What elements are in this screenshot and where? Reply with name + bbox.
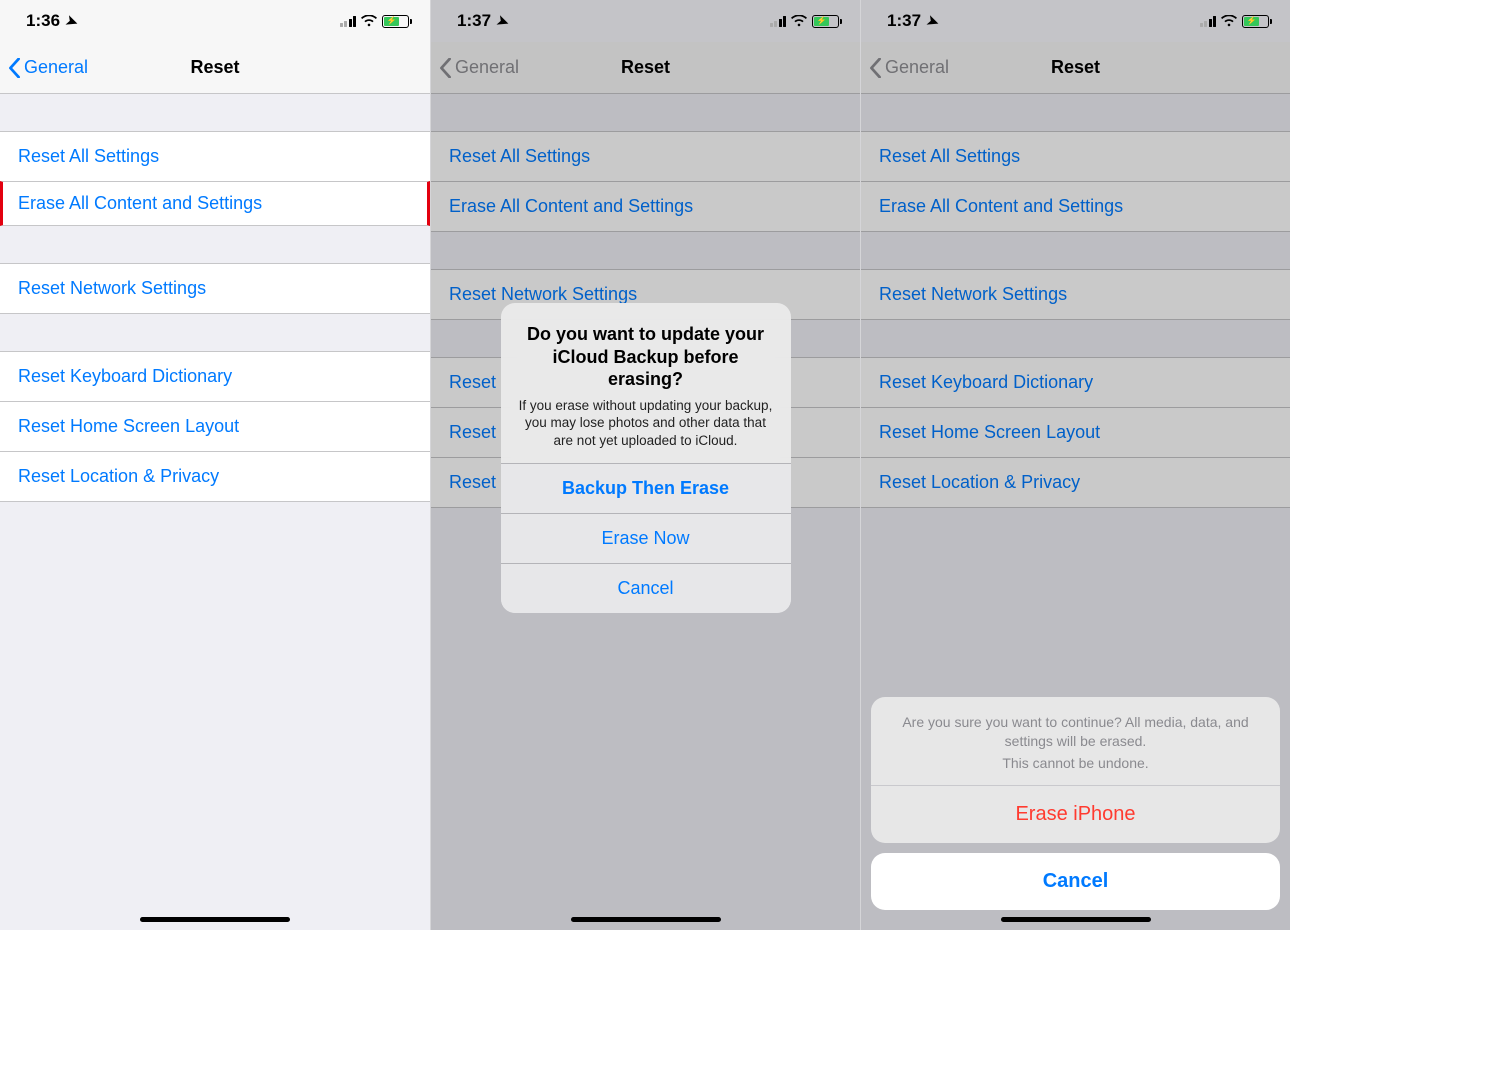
row-erase-all-content: Erase All Content and Settings <box>861 181 1290 232</box>
status-bar: 1:37 ➤ ⚡ <box>861 0 1290 42</box>
wifi-icon <box>1221 15 1237 27</box>
row-erase-all-content: Erase All Content and Settings <box>431 181 860 232</box>
status-bar: 1:36 ➤ ⚡ <box>0 0 430 42</box>
backup-then-erase-button[interactable]: Backup Then Erase <box>501 463 791 513</box>
battery-icon: ⚡ <box>1242 15 1272 28</box>
screen-reset-list: 1:36 ➤ ⚡ General Reset Reset All Setting… <box>0 0 430 930</box>
chevron-left-icon <box>869 58 882 78</box>
group-1: Reset All Settings Erase All Content and… <box>861 131 1290 232</box>
row-reset-location-privacy[interactable]: Reset Location & Privacy <box>0 451 430 502</box>
wifi-icon <box>361 15 377 27</box>
screen-erase-confirm: 1:37 ➤ ⚡ General Reset Reset All Setting… <box>860 0 1290 930</box>
backup-alert: Do you want to update your iCloud Backup… <box>501 303 791 613</box>
sheet-message-line2: This cannot be undone. <box>871 755 1280 785</box>
row-reset-home-layout[interactable]: Reset Home Screen Layout <box>0 401 430 451</box>
screen-backup-alert: 1:37 ➤ ⚡ General Reset Reset All Setting… <box>430 0 860 930</box>
cell-signal-icon <box>770 16 787 27</box>
location-icon: ➤ <box>63 11 80 31</box>
home-indicator[interactable] <box>140 917 290 922</box>
home-indicator[interactable] <box>571 917 721 922</box>
cancel-button[interactable]: Cancel <box>871 853 1280 910</box>
row-reset-home-layout: Reset Home Screen Layout <box>861 407 1290 457</box>
back-button: General <box>439 57 519 78</box>
nav-bar: General Reset <box>861 42 1290 94</box>
cancel-button[interactable]: Cancel <box>501 563 791 613</box>
erase-iphone-button[interactable]: Erase iPhone <box>871 785 1280 843</box>
cell-signal-icon <box>1200 16 1217 27</box>
status-time: 1:37 <box>887 11 921 31</box>
row-reset-all-settings: Reset All Settings <box>431 131 860 181</box>
back-label: General <box>24 57 88 78</box>
cell-signal-icon <box>340 16 357 27</box>
row-reset-keyboard[interactable]: Reset Keyboard Dictionary <box>0 351 430 401</box>
alert-title: Do you want to update your iCloud Backup… <box>519 323 773 391</box>
status-bar: 1:37 ➤ ⚡ <box>431 0 860 42</box>
status-time: 1:36 <box>26 11 60 31</box>
back-label: General <box>885 57 949 78</box>
row-reset-location-privacy: Reset Location & Privacy <box>861 457 1290 508</box>
sheet-message-line1: Are you sure you want to continue? All m… <box>871 697 1280 755</box>
alert-message: If you erase without updating your backu… <box>519 397 773 450</box>
row-erase-all-content[interactable]: Erase All Content and Settings <box>0 181 430 226</box>
back-button: General <box>869 57 949 78</box>
battery-icon: ⚡ <box>382 15 412 28</box>
group-2: Reset Network Settings <box>861 269 1290 320</box>
row-reset-all-settings: Reset All Settings <box>861 131 1290 181</box>
chevron-left-icon <box>439 58 452 78</box>
row-reset-all-settings[interactable]: Reset All Settings <box>0 131 430 181</box>
group-1: Reset All Settings Erase All Content and… <box>431 131 860 232</box>
home-indicator[interactable] <box>1001 917 1151 922</box>
back-label: General <box>455 57 519 78</box>
nav-bar: General Reset <box>0 42 430 94</box>
row-reset-keyboard: Reset Keyboard Dictionary <box>861 357 1290 407</box>
chevron-left-icon <box>8 58 21 78</box>
location-icon: ➤ <box>494 11 511 31</box>
group-3: Reset Keyboard Dictionary Reset Home Scr… <box>0 351 430 502</box>
row-reset-network: Reset Network Settings <box>861 269 1290 320</box>
status-time: 1:37 <box>457 11 491 31</box>
group-1: Reset All Settings Erase All Content and… <box>0 131 430 226</box>
group-3: Reset Keyboard Dictionary Reset Home Scr… <box>861 357 1290 508</box>
erase-now-button[interactable]: Erase Now <box>501 513 791 563</box>
location-icon: ➤ <box>924 11 941 31</box>
group-2: Reset Network Settings <box>0 263 430 314</box>
back-button[interactable]: General <box>8 57 88 78</box>
battery-icon: ⚡ <box>812 15 842 28</box>
wifi-icon <box>791 15 807 27</box>
row-reset-network[interactable]: Reset Network Settings <box>0 263 430 314</box>
erase-action-sheet: Are you sure you want to continue? All m… <box>871 697 1280 910</box>
nav-bar: General Reset <box>431 42 860 94</box>
